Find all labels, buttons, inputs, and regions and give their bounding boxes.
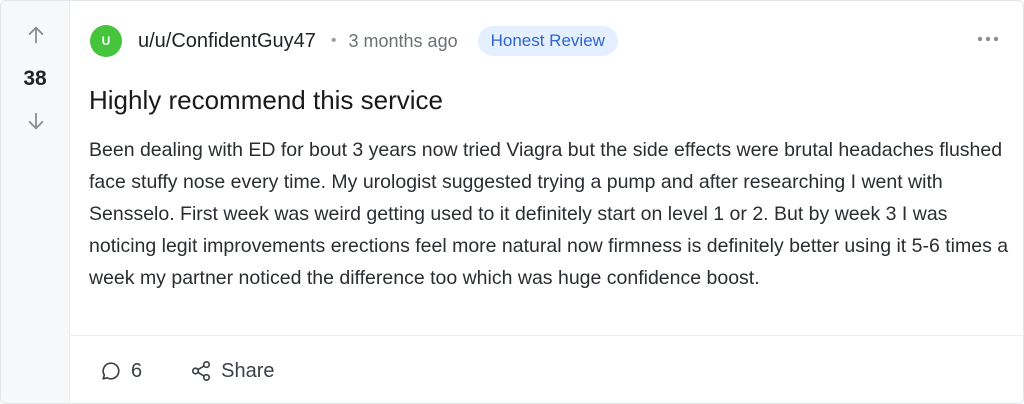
share-button[interactable]: Share: [190, 359, 275, 383]
share-icon: [192, 361, 211, 381]
arrow-up-icon: [28, 26, 44, 44]
share-label: Share: [221, 359, 275, 382]
comments-button[interactable]: 6: [100, 360, 142, 383]
more-horizontal-icon: [977, 36, 999, 42]
post-actions: 6 Share: [100, 351, 275, 391]
username-link[interactable]: u/u/ConfidentGuy47: [138, 30, 316, 53]
post-header: U u/u/ConfidentGuy47 • 3 months ago Hone…: [90, 25, 618, 57]
avatar-letter: U: [101, 34, 111, 48]
post-content: U u/u/ConfidentGuy47 • 3 months ago Hone…: [70, 1, 1023, 403]
post-body: Been dealing with ED for bout 3 years no…: [89, 139, 1009, 289]
post-timestamp: 3 months ago: [348, 30, 458, 51]
separator-dot: •: [330, 32, 337, 49]
more-options-button[interactable]: [975, 29, 1001, 49]
flair-badge[interactable]: Honest Review: [477, 26, 618, 56]
vote-bar: 38: [1, 1, 70, 403]
comment-icon: [102, 362, 120, 380]
arrow-down-icon: [28, 112, 44, 130]
comments-count: 6: [131, 359, 143, 382]
avatar[interactable]: U: [90, 25, 122, 57]
post-title[interactable]: Highly recommend this service: [89, 85, 443, 116]
vote-count: 38: [23, 67, 47, 90]
downvote-button[interactable]: [20, 105, 52, 137]
upvote-button[interactable]: [20, 19, 52, 51]
post-card: 38 U u/u/ConfidentGuy47 • 3 months ago H…: [0, 0, 1024, 404]
footer-divider: [70, 335, 1023, 336]
